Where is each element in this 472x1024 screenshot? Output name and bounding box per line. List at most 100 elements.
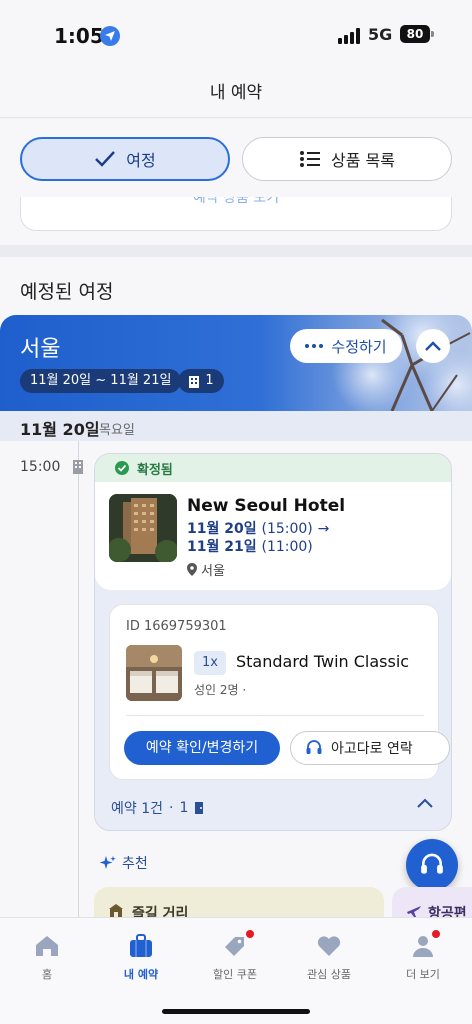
- tab-product-list[interactable]: 상품 목록: [242, 137, 452, 181]
- home-indicator: [162, 1009, 310, 1014]
- tab-trip[interactable]: 여정: [20, 137, 230, 181]
- city-banner: 서울 11월 20일 ~ 11월 21일 1 수정하기: [0, 315, 472, 411]
- tab-coupons-label: 할인 쿠폰: [213, 968, 257, 981]
- trip-content: 예정된 여정 서울 11월 20일 ~ 11월 21일 1 수정하기 11월 2…: [0, 257, 472, 917]
- sparkle-icon: [100, 856, 116, 869]
- segment-control: 여정 상품 목록 예약 상품 보기: [0, 119, 472, 245]
- day-date: 11월 20일: [20, 420, 100, 439]
- more-dots-icon: [305, 344, 324, 348]
- booking-card[interactable]: 확정됨 New Seoul Hotel 11월 20일 (15:00) → 11…: [94, 453, 452, 831]
- notification-dot: [246, 930, 254, 938]
- separator-dot: ·: [169, 800, 174, 816]
- tab-product-list-label: 상품 목록: [331, 151, 395, 170]
- headset-icon: [421, 853, 443, 874]
- coupon-icon: [190, 930, 280, 960]
- door-icon: [195, 802, 204, 814]
- checkin-date-value: 11월 20일: [187, 521, 257, 537]
- divider: [126, 715, 424, 716]
- date-range-pill: 11월 20일 ~ 11월 21일: [20, 369, 182, 393]
- booking-summary[interactable]: 예약 1건 · 1: [111, 798, 204, 818]
- booking-id: ID 1669759301: [126, 619, 227, 634]
- check-icon: [95, 151, 116, 167]
- tab-more-label: 더 보기: [406, 968, 440, 981]
- guest-count: 성인 2명 ·: [194, 683, 247, 697]
- room-name: Standard Twin Classic: [236, 652, 410, 671]
- building-icon: [189, 375, 200, 388]
- hotel-building-icon: [73, 460, 83, 474]
- booking-time: 15:00: [20, 459, 61, 475]
- checkin-time: (15:00): [261, 521, 313, 537]
- person-icon: [378, 930, 468, 960]
- battery-icon: 80: [400, 25, 434, 43]
- day-header: 11월 20일 목요일: [0, 411, 472, 441]
- tab-my-bookings[interactable]: 내 예약: [96, 932, 186, 982]
- tab-favorites[interactable]: 관심 상품: [284, 932, 374, 982]
- tab-home-label: 홈: [41, 968, 53, 981]
- status-time: 1:05: [54, 24, 104, 48]
- home-icon: [2, 932, 92, 960]
- pin-icon: [187, 563, 197, 576]
- edit-button[interactable]: 수정하기: [290, 329, 402, 363]
- peek-card-text: 예약 상품 보기: [192, 197, 280, 206]
- status-label: 확정됨: [137, 462, 173, 478]
- tab-my-bookings-label: 내 예약: [123, 968, 159, 981]
- recommend-card-flights-label: 항공편: [428, 906, 467, 917]
- peek-card[interactable]: 예약 상품 보기: [20, 197, 452, 231]
- signal-icon: [338, 28, 362, 44]
- tab-more[interactable]: 더 보기: [378, 930, 468, 982]
- timeline-line: [78, 441, 79, 917]
- room-image: [126, 645, 182, 701]
- checkout-date: 11월 21일 (11:00): [187, 536, 313, 556]
- checkout-time: (11:00): [261, 539, 313, 555]
- notification-dot: [432, 930, 440, 938]
- hotel-info[interactable]: New Seoul Hotel 11월 20일 (15:00) → 11월 21…: [95, 482, 451, 590]
- bottom-tab-bar: 홈 내 예약 할인 쿠폰 관심 상품 더 보기: [0, 917, 472, 1024]
- recommend-card-activities[interactable]: 즐길 거리: [94, 887, 384, 917]
- hotel-location: 서울: [187, 560, 225, 579]
- room-count: 1: [205, 373, 214, 388]
- heart-icon: [284, 932, 374, 960]
- recommend-card-activities-label: 즐길 거리: [132, 906, 189, 917]
- headset-icon: [306, 740, 322, 754]
- attraction-icon: [109, 904, 123, 917]
- network-label: 5G: [368, 25, 393, 44]
- room-count-pill: 1: [178, 369, 224, 393]
- tab-favorites-label: 관심 상품: [307, 968, 351, 981]
- checkin-date: 11월 20일 (15:00) →: [187, 518, 329, 538]
- manage-booking-button[interactable]: 예약 확인/변경하기: [124, 731, 280, 765]
- recommend-label: 추천: [122, 856, 148, 872]
- suitcase-icon: [96, 932, 186, 960]
- chevron-up-icon[interactable]: [417, 798, 433, 808]
- support-fab[interactable]: [406, 839, 458, 891]
- quantity-badge: 1x: [194, 651, 226, 675]
- hotel-image: [109, 494, 177, 562]
- tab-coupons[interactable]: 할인 쿠폰: [190, 930, 280, 982]
- contact-agoda-button[interactable]: 아고다로 연락: [290, 731, 450, 765]
- room-card[interactable]: ID 1669759301 1x Standard Twin Classic 성…: [109, 604, 450, 780]
- location-arrow-icon: [100, 26, 120, 46]
- plane-icon: [407, 906, 421, 917]
- arrow-right-icon: →: [317, 521, 330, 537]
- recommend-header: 추천: [100, 853, 148, 873]
- section-divider: [0, 245, 472, 257]
- collapse-button[interactable]: [416, 329, 450, 363]
- booking-count: 예약 1건: [111, 801, 163, 817]
- section-title: 예정된 여정: [20, 281, 114, 303]
- edit-button-label: 수정하기: [331, 337, 387, 356]
- list-icon: [300, 151, 321, 167]
- checkout-date-value: 11월 21일: [187, 539, 257, 555]
- hotel-location-label: 서울: [201, 564, 225, 579]
- tab-home[interactable]: 홈: [2, 932, 92, 982]
- recommend-card-flights[interactable]: 항공편: [392, 887, 472, 917]
- check-circle-icon: [115, 461, 129, 475]
- day-weekday: 목요일: [99, 423, 135, 438]
- chevron-up-icon: [425, 341, 441, 351]
- hotel-name: New Seoul Hotel: [187, 496, 346, 516]
- summary-room-count: 1: [179, 800, 189, 816]
- tab-trip-label: 여정: [126, 151, 156, 170]
- status-bar: 1:05 5G 80: [0, 0, 472, 70]
- nav-header: 내 예약: [0, 70, 472, 118]
- city-name: 서울: [20, 337, 61, 362]
- contact-agoda-label: 아고다로 연락: [331, 741, 413, 757]
- page-title: 내 예약: [209, 83, 263, 103]
